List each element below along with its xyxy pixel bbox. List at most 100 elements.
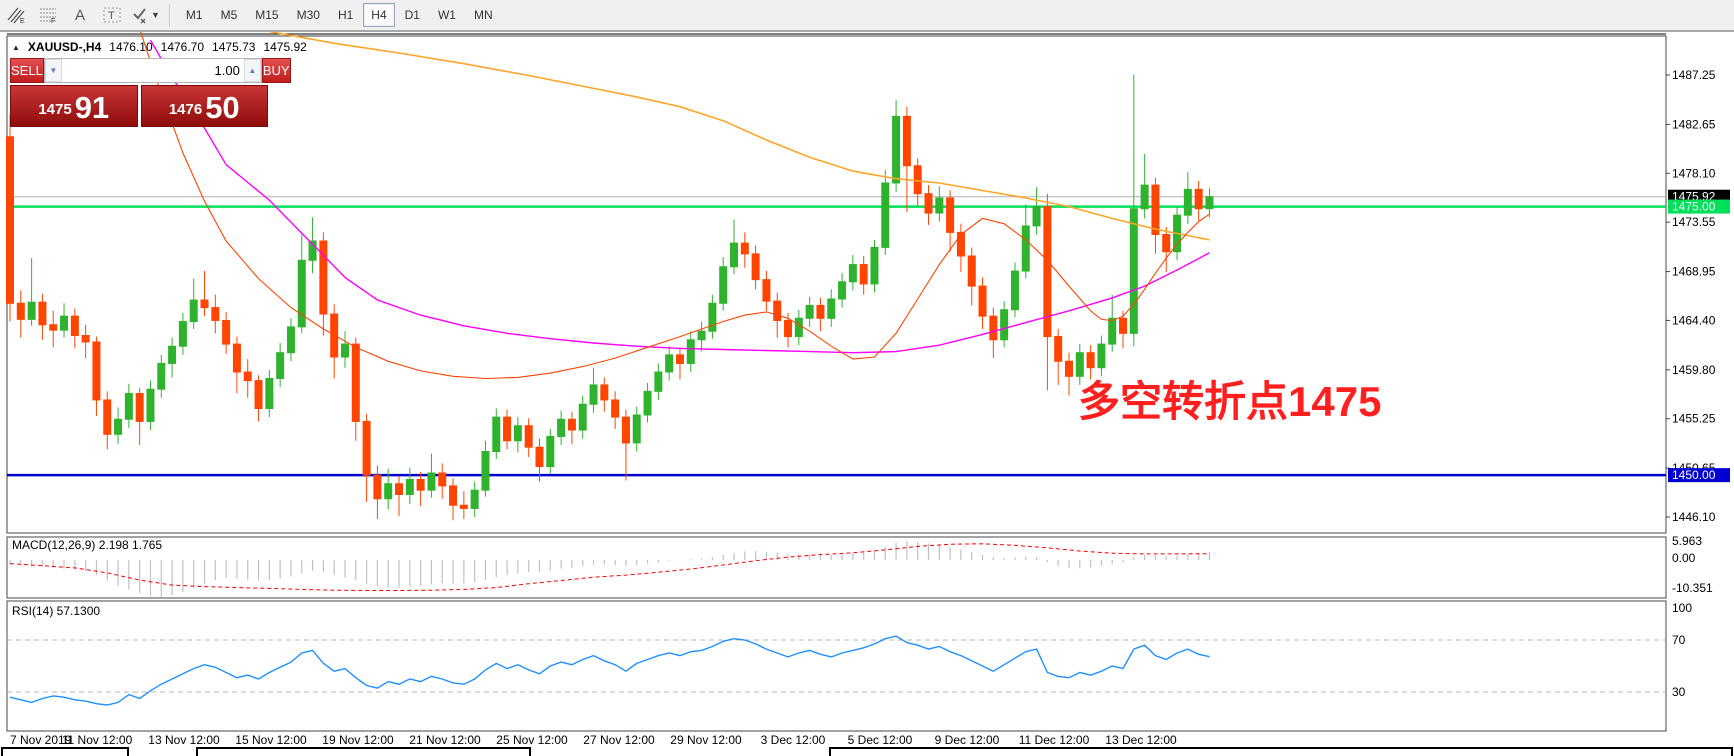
sell-price-display[interactable]: 1475 91 <box>10 85 138 127</box>
candle-body <box>914 166 921 194</box>
candle-body <box>1033 207 1040 226</box>
mt4-terminal: { "toolbar": { "draw_icons": [ {"name": … <box>0 0 1734 756</box>
candle-body <box>341 344 348 357</box>
buy-price-display[interactable]: 1476 50 <box>141 85 269 127</box>
time-axis-label: 27 Nov 12:00 <box>583 733 655 747</box>
timeframe-button-m15[interactable]: M15 <box>247 3 286 27</box>
price-axis-label: 1478.10 <box>1672 166 1716 180</box>
candle-body <box>612 400 619 417</box>
buy-button[interactable]: BUY <box>262 58 291 83</box>
candle-body <box>93 342 100 400</box>
timeframe-button-m30[interactable]: M30 <box>289 3 328 27</box>
candle-body <box>1022 226 1029 271</box>
candle-body <box>277 353 284 379</box>
candle-body <box>558 419 565 436</box>
price-axis-label: 1464.40 <box>1672 313 1716 327</box>
time-axis-label: 5 Dec 12:00 <box>848 733 913 747</box>
annotation-text: 多空转折点1475 <box>1078 368 1381 429</box>
text-label-icon[interactable]: A <box>66 2 94 28</box>
candle-body <box>514 426 521 441</box>
timeframe-button-mn[interactable]: MN <box>466 3 501 27</box>
candle-body <box>525 426 532 447</box>
fibonacci-grid-icon[interactable]: F <box>34 2 62 28</box>
timeframe-button-group: M1M5M15M30H1H4D1W1MN <box>177 3 502 27</box>
candle-body <box>698 331 705 340</box>
candle-body <box>450 486 457 505</box>
sell-button[interactable]: SELL <box>10 58 44 83</box>
text-box-icon[interactable]: T <box>98 2 126 28</box>
volume-input[interactable] <box>62 59 244 82</box>
candle-body <box>1130 209 1137 334</box>
price-axis-label: 1455.25 <box>1672 412 1716 426</box>
sell-price-small: 1475 <box>38 97 71 123</box>
timeframe-button-w1[interactable]: W1 <box>430 3 464 27</box>
candle-body <box>1184 189 1191 215</box>
symbol-name: XAUUSD-,H4 <box>28 40 101 54</box>
candle-body <box>1065 361 1072 376</box>
candle-body <box>655 372 662 391</box>
svg-text:F: F <box>51 18 55 24</box>
background-window-edge <box>197 748 530 756</box>
rsi-axis-label: 100 <box>1672 601 1692 615</box>
candle-body <box>255 381 262 409</box>
chart-canvas[interactable]: 1487.251482.651478.101473.551468.951464.… <box>0 32 1734 756</box>
buy-price-big: 50 <box>205 93 239 123</box>
candle-body <box>622 417 629 443</box>
buy-price-small: 1476 <box>169 97 202 123</box>
time-axis: 7 Nov 201911 Nov 12:0013 Nov 12:0015 Nov… <box>10 733 1177 747</box>
candle-body <box>169 346 176 363</box>
rsi-axis-label: 70 <box>1672 633 1686 647</box>
candle-body <box>957 232 964 256</box>
time-axis-label: 21 Nov 12:00 <box>409 733 481 747</box>
time-axis-label: 25 Nov 12:00 <box>496 733 568 747</box>
candle-body <box>71 316 78 335</box>
candle-body <box>201 300 208 308</box>
macd-axis-label: -10.351 <box>1672 581 1713 595</box>
chevron-down-icon: ▼ <box>151 10 160 20</box>
price-axis: 1487.251482.651478.101473.551468.951464.… <box>1666 68 1716 524</box>
candle-body <box>601 385 608 400</box>
blue-level-label: 1450.00 <box>1672 468 1716 482</box>
candle-body <box>709 303 716 331</box>
arrows-objects-icon[interactable]: ▼ <box>130 2 161 28</box>
time-axis-label: 11 Dec 12:00 <box>1019 733 1090 747</box>
candle-body <box>1163 235 1170 252</box>
candle-body <box>968 256 975 286</box>
time-axis-label: 29 Nov 12:00 <box>670 733 742 747</box>
candle-body <box>666 355 673 372</box>
timeframe-button-h1[interactable]: H1 <box>330 3 361 27</box>
candle-body <box>590 385 597 404</box>
timeframe-button-h4[interactable]: H4 <box>363 3 394 27</box>
candle-body <box>136 394 143 422</box>
candle-body <box>903 116 910 165</box>
candle-body <box>774 301 781 320</box>
price-axis-label: 1473.55 <box>1672 215 1716 229</box>
macd-axis-label: 5.963 <box>1672 534 1702 548</box>
candle-body <box>644 391 651 415</box>
candle-body <box>568 419 575 430</box>
candle-body <box>979 286 986 316</box>
top-toolbar: E F A T ▼ M1M5M15M30H1H4D1W1MN <box>0 0 1734 32</box>
volume-increase-button[interactable]: ▲ <box>244 59 261 82</box>
trendline-tools-icon[interactable]: E <box>2 2 30 28</box>
collapse-triangle-icon[interactable]: ▲ <box>12 43 20 52</box>
candle-body <box>266 378 273 408</box>
candle-body <box>1120 318 1127 333</box>
candle-body <box>61 316 68 330</box>
candle-body <box>363 421 370 475</box>
timeframe-button-m5[interactable]: M5 <box>213 3 246 27</box>
candle-body <box>147 389 154 421</box>
price-axis-label: 1459.80 <box>1672 363 1716 377</box>
sell-price-big: 91 <box>75 93 109 123</box>
candle-body <box>817 305 824 318</box>
candle-body <box>1109 318 1116 344</box>
candle-body <box>828 299 835 318</box>
price-axis-label: 1446.10 <box>1672 510 1716 524</box>
candle-body <box>50 325 57 330</box>
ohlc-low: 1475.73 <box>212 40 255 54</box>
candle-body <box>482 452 489 491</box>
timeframe-button-d1[interactable]: D1 <box>397 3 428 27</box>
timeframe-button-m1[interactable]: M1 <box>178 3 211 27</box>
candle-body <box>439 473 446 486</box>
volume-decrease-button[interactable]: ▼ <box>45 59 62 82</box>
